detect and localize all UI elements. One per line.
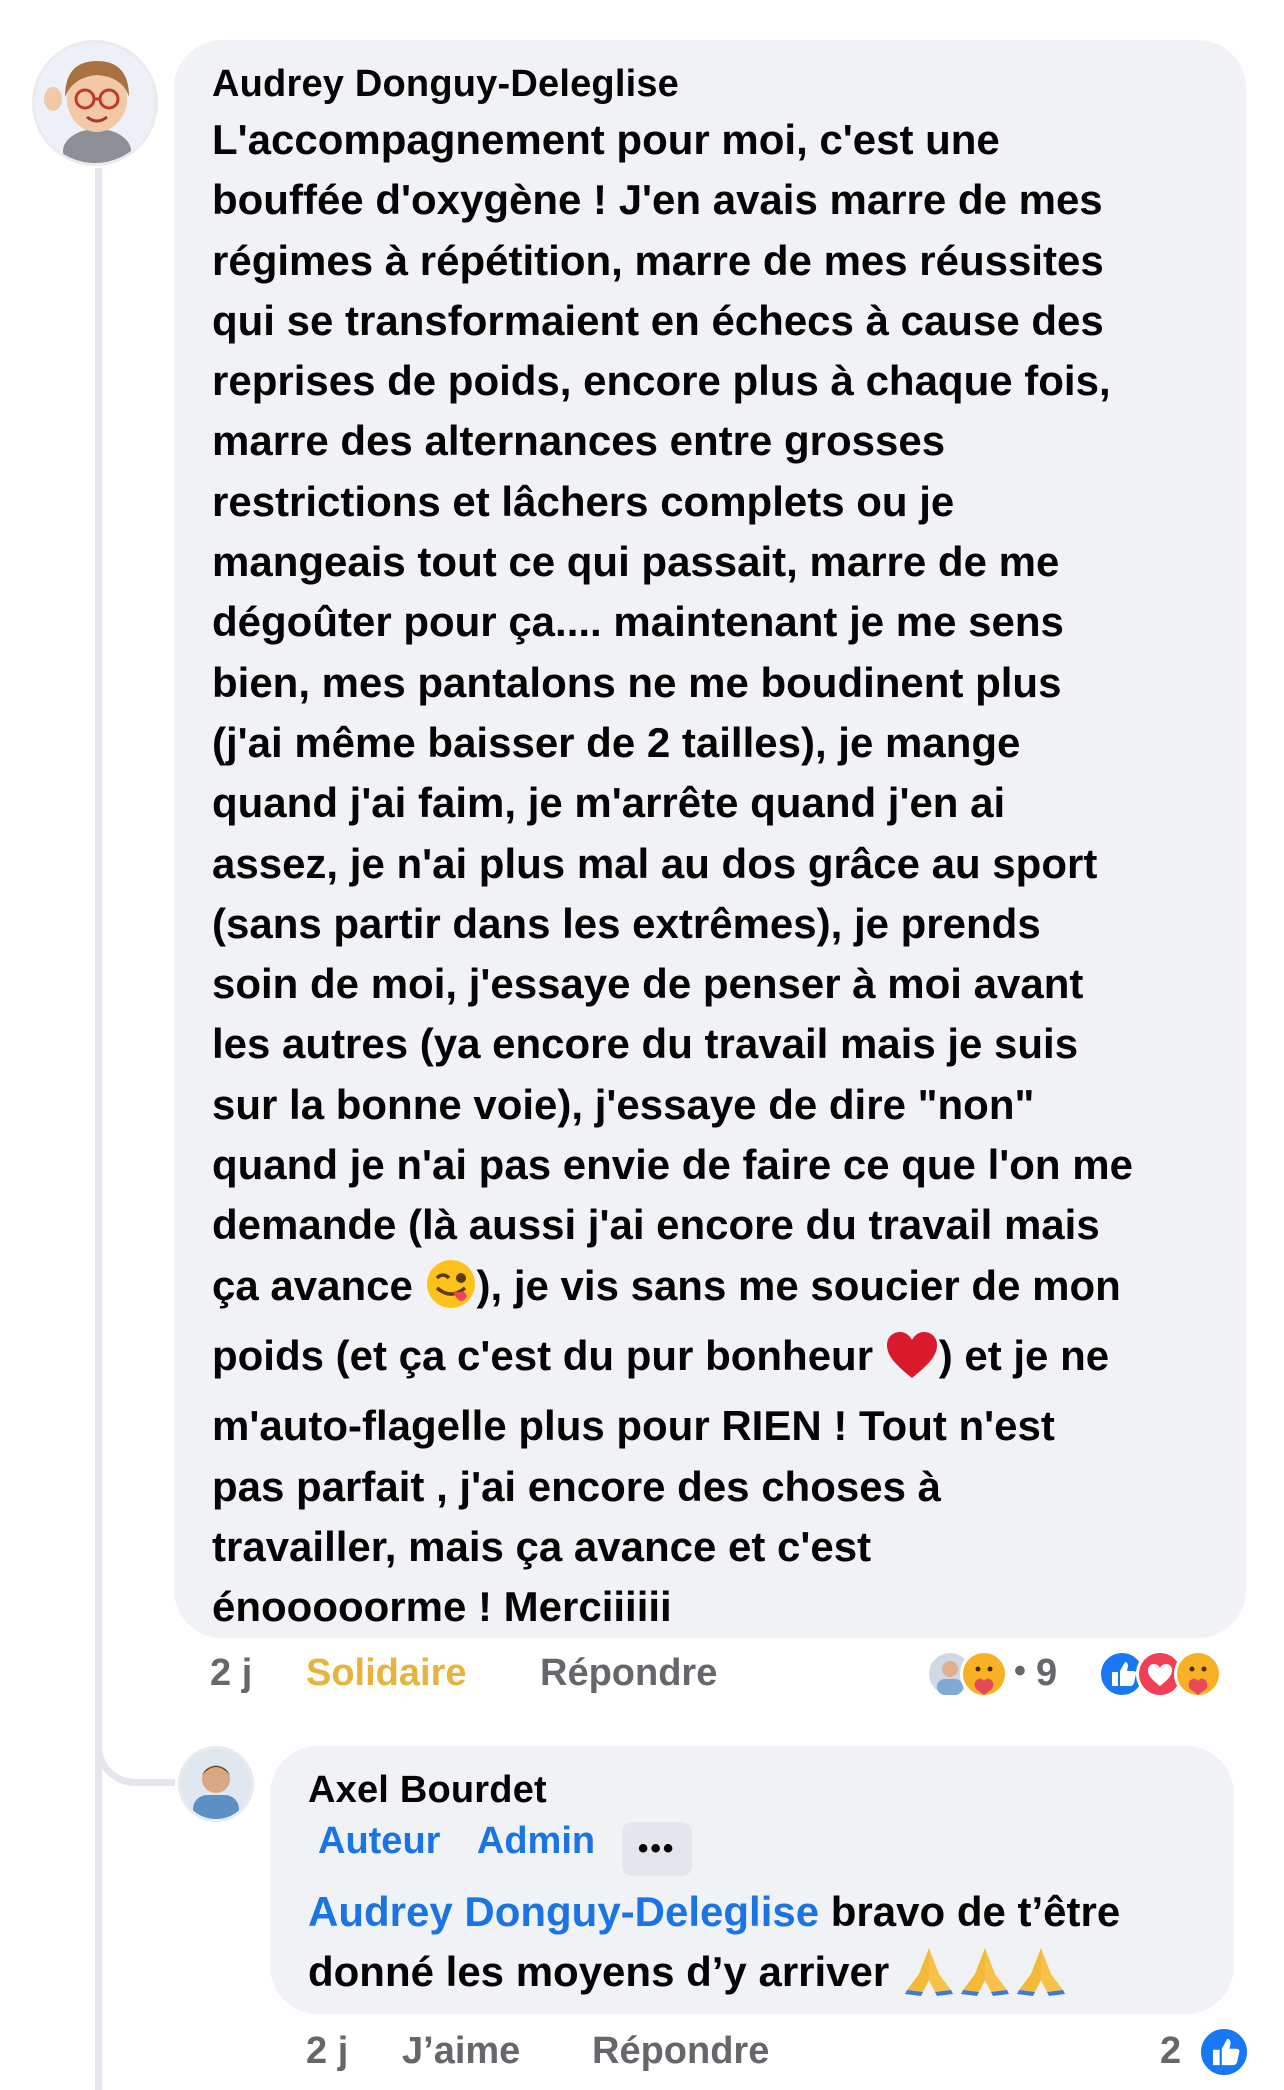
comment-author-name[interactable]: Axel Bourdet [308, 1768, 1200, 1812]
reaction-dot: • [1014, 1652, 1026, 1690]
comment-line: les autres (ya encore du travail mais je… [212, 1020, 1079, 1068]
folded-hands-icon [901, 1944, 957, 2012]
comment-line: mangeais tout ce qui passait, marre de m… [212, 538, 1060, 586]
comment-timestamp[interactable]: 2 j [210, 1652, 252, 1695]
red-heart-icon [885, 1330, 939, 1396]
avatar-audrey-image [35, 43, 155, 163]
comment-line: régimes à répétition, marre de mes réuss… [212, 236, 1104, 284]
author-badges: Auteur Admin ••• [308, 1818, 1200, 1876]
like-count-summary[interactable]: 2 [1160, 2024, 1270, 2080]
comment-line: dégoûter pour ça.... maintenant je me se… [212, 598, 1064, 646]
comment-line: m'auto-flagelle plus pour RIEN ! Tout n'… [212, 1402, 1055, 1450]
like-count: 2 [1160, 2030, 1182, 2072]
comment-line-part: ça avance [212, 1261, 425, 1309]
comment-line: travailler, mais ça avance et c'est [212, 1522, 872, 1570]
folded-hands-icon [957, 1944, 1013, 2012]
comment-line: quand je n'ai pas envie de faire ce que … [212, 1141, 1133, 1189]
care-icon [1174, 1650, 1222, 1698]
comment-text: Audrey Donguy-Deleglise bravo de t’être … [308, 1882, 1200, 2012]
comment-author-name[interactable]: Audrey Donguy-Deleglise [212, 62, 1210, 106]
comment-bubble-audrey: Audrey Donguy-Deleglise L'accompagnement… [174, 40, 1246, 1638]
comment-line-part: ), je vis sans me soucier de mon [476, 1261, 1121, 1309]
thread-line [95, 168, 102, 2090]
comment-line: (sans partir dans les extrêmes), je pren… [212, 899, 1041, 947]
comment-text: L'accompagnement pour moi, c'est une bou… [212, 110, 1210, 1637]
comment-line: bouffée d'oxygène ! J'en avais marre de … [212, 176, 1103, 224]
like-icon [1198, 2026, 1250, 2078]
comment-line: (j'ai même baisser de 2 tailles), je man… [212, 718, 1021, 766]
comment-line: restrictions et lâchers complets ou je [212, 477, 955, 525]
comment-line-part: donné les moyens d’y arriver [308, 1948, 901, 1995]
reaction-count[interactable]: 9 [1036, 1652, 1057, 1695]
comment-timestamp[interactable]: 2 j [306, 2030, 348, 2073]
avatar-axel[interactable] [178, 1746, 254, 1822]
reply-button[interactable]: Répondre [540, 1652, 717, 1695]
winking-face-tongue-icon [425, 1258, 477, 1326]
comment-line-part: poids (et ça c'est du pur bonheur [212, 1331, 885, 1379]
thread-reply-connector [95, 1700, 175, 1786]
folded-hands-icon [1013, 1944, 1069, 2012]
comment-line: soin de moi, j'essaye de penser à moi av… [212, 960, 1084, 1008]
comment-line: demande (là aussi j'ai encore du travail… [212, 1201, 1100, 1249]
comment-line: qui se transformaient en échecs à cause … [212, 296, 1104, 344]
comment-line: reprises de poids, encore plus à chaque … [212, 357, 1111, 405]
avatar-audrey[interactable] [32, 40, 158, 166]
comment-line-part: ) et je ne [938, 1331, 1110, 1379]
comment-line: énooooorme ! Merciiiiii [212, 1583, 672, 1631]
comment-line: Audrey Donguy-Deleglise bravo de t’être [308, 1882, 1200, 1942]
comment-line: sur la bonne voie), j'essaye de dire "no… [212, 1080, 1035, 1128]
like-button[interactable]: J’aime [402, 2030, 520, 2073]
comment-line: pas parfait , j'ai encore des choses à [212, 1462, 941, 1510]
comment-line: assez, je n'ai plus mal au dos grâce au … [212, 839, 1098, 887]
comment-line: poids (et ça c'est du pur bonheur ) et j… [212, 1326, 1210, 1396]
reactions-summary[interactable]: • 9 [924, 1646, 1254, 1702]
mention-link[interactable]: Audrey Donguy-Deleglise [308, 1888, 819, 1935]
comment-line: marre des alternances entre grosses [212, 417, 946, 465]
admin-badge: Admin [476, 1820, 596, 1862]
comment-line: ça avance ), je vis sans me soucier de m… [212, 1256, 1210, 1326]
comment-line: quand j'ai faim, je m'arrête quand j'en … [212, 779, 1006, 827]
more-options-button[interactable]: ••• [621, 1821, 692, 1876]
author-badge: Auteur [318, 1820, 441, 1862]
care-icon [960, 1650, 1008, 1698]
solidaire-reaction-button[interactable]: Solidaire [306, 1652, 467, 1695]
comment-line: L'accompagnement pour moi, c'est une [212, 116, 1000, 163]
reply-button[interactable]: Répondre [592, 2030, 769, 2073]
avatar-axel-image [181, 1749, 251, 1819]
comment-line-part: bravo de t’être [819, 1888, 1121, 1935]
comment-bubble-axel: Axel Bourdet Auteur Admin ••• Audrey Don… [270, 1746, 1234, 2014]
comment-line: bien, mes pantalons ne me boudinent plus [212, 658, 1062, 706]
comment-line: donné les moyens d’y arriver [308, 1942, 1200, 2012]
